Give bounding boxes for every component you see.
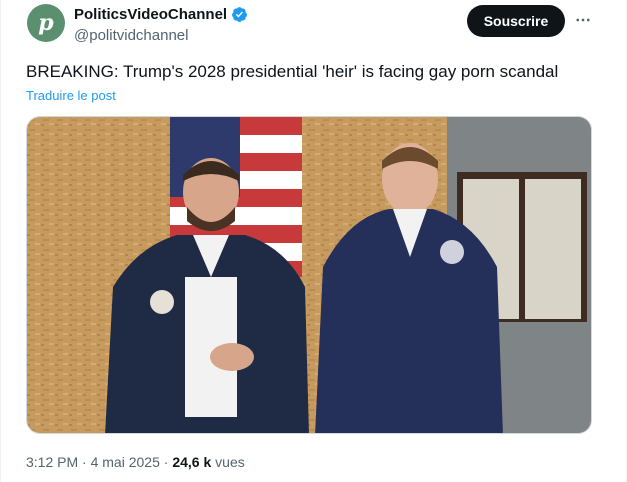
meta-separator: · [163,454,169,470]
author-handle[interactable]: @politvidchannel [74,27,188,44]
views-label: vues [215,454,245,470]
meta-separator: · [82,454,87,470]
more-dots-glyph [576,18,590,22]
tweet-meta: 3:12 PM · 4 mai 2025 · 24,6 k vues [26,454,245,470]
tweet-date[interactable]: 4 mai 2025 [91,454,160,470]
tweet-card: p PoliticsVideoChannel @politvidchannel … [0,0,627,482]
author-display-name[interactable]: PoliticsVideoChannel [74,6,227,23]
translate-post-link[interactable]: Traduire le post [26,88,116,103]
author-avatar[interactable]: p [27,4,65,42]
tweet-video-thumbnail[interactable] [26,116,592,434]
tweet-time[interactable]: 3:12 PM [26,454,78,470]
video-frame-image [27,117,591,433]
subscribe-button[interactable]: Souscrire [467,5,565,37]
verified-badge-icon [232,7,248,22]
views-count: 24,6 k [172,454,212,470]
avatar-letter: p [38,10,54,36]
more-horizontal-icon[interactable] [573,10,593,30]
tweet-text: BREAKING: Trump's 2028 presidential 'hei… [26,62,559,81]
author-name-row: PoliticsVideoChannel [74,6,248,23]
